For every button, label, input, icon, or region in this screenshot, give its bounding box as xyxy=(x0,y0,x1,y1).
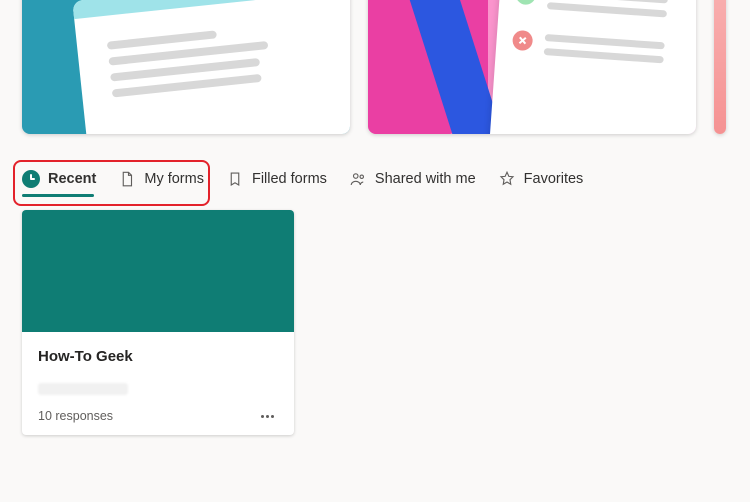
check-icon xyxy=(515,0,536,5)
forms-tabs: Recent My forms Filled forms Shared with… xyxy=(0,134,750,196)
tab-filled-forms[interactable]: Filled forms xyxy=(226,170,327,196)
form-responses-count: 10 responses xyxy=(38,409,113,423)
more-options-button[interactable] xyxy=(257,411,278,422)
tab-recent[interactable]: Recent xyxy=(22,170,96,196)
close-icon xyxy=(512,30,533,51)
form-cover xyxy=(22,210,294,332)
document-illustration xyxy=(489,0,696,134)
tab-label: Recent xyxy=(48,171,96,187)
tab-favorites[interactable]: Favorites xyxy=(498,170,584,196)
tab-label: Filled forms xyxy=(252,171,327,187)
bookmark-icon xyxy=(226,170,244,188)
form-title: How-To Geek xyxy=(38,348,278,365)
template-cards-row xyxy=(0,0,750,134)
tab-shared-with-me[interactable]: Shared with me xyxy=(349,170,476,196)
tab-label: My forms xyxy=(144,171,204,187)
template-card[interactable] xyxy=(22,0,350,134)
tab-label: Shared with me xyxy=(375,171,476,187)
clock-icon xyxy=(22,170,40,188)
star-icon xyxy=(498,170,516,188)
template-card[interactable] xyxy=(368,0,696,134)
forms-grid: How-To Geek 10 responses xyxy=(0,196,750,449)
form-card[interactable]: How-To Geek 10 responses xyxy=(22,210,294,435)
tab-my-forms[interactable]: My forms xyxy=(118,170,204,196)
people-icon xyxy=(349,170,367,188)
document-icon xyxy=(118,170,136,188)
document-illustration xyxy=(72,0,350,134)
form-author-redacted xyxy=(38,383,128,395)
tab-label: Favorites xyxy=(524,171,584,187)
template-card-edge[interactable] xyxy=(714,0,726,134)
